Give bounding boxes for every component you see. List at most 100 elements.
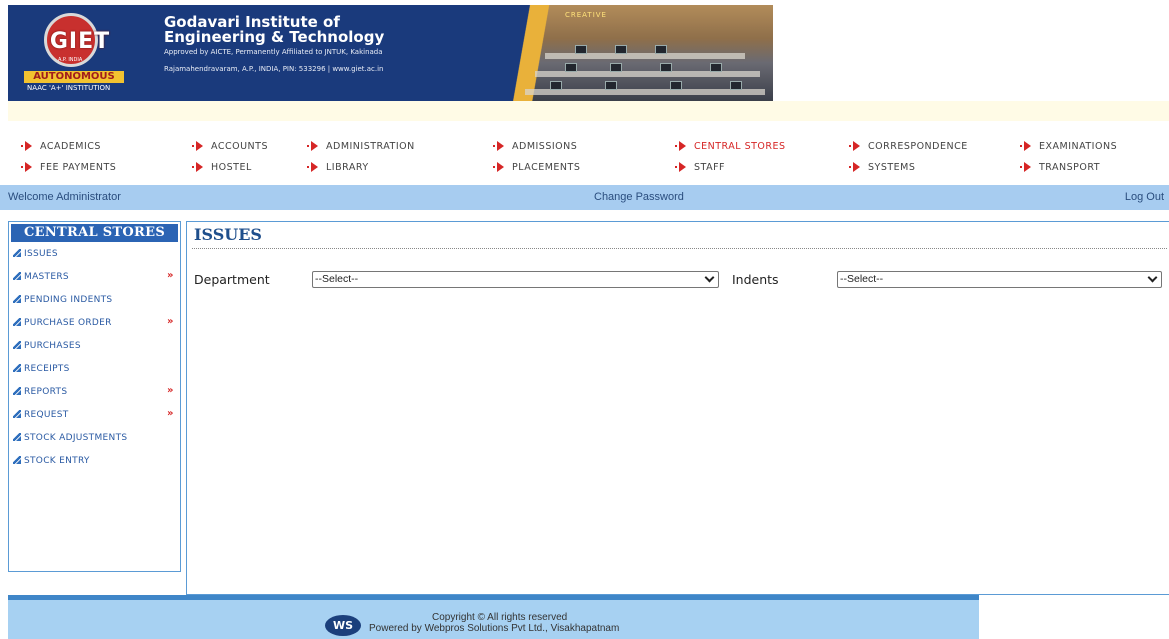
- sidebar-item-pending-indents[interactable]: PENDING INDENTS: [13, 294, 113, 305]
- nav-arrow-icon: [1011, 161, 1033, 173]
- arrow-down-right-icon: [13, 363, 21, 372]
- nav-systems[interactable]: SYSTEMS: [840, 161, 915, 173]
- nav-label: LIBRARY: [326, 162, 369, 173]
- nav-label: FEE PAYMENTS: [40, 162, 117, 173]
- sidebar-item-request[interactable]: REQUEST: [13, 409, 69, 420]
- nav-accounts[interactable]: ACCOUNTS: [183, 140, 268, 152]
- photo-monitor: [615, 45, 627, 54]
- sidebar-item-receipts[interactable]: RECEIPTS: [13, 363, 70, 374]
- institute-approval: Approved by AICTE, Permanently Affiliate…: [164, 48, 383, 56]
- nav-arrow-icon: [666, 161, 688, 173]
- nav-staff[interactable]: STAFF: [666, 161, 725, 173]
- logo-autonomous: AUTONOMOUS: [24, 71, 124, 83]
- nav-arrow-icon: [666, 140, 688, 152]
- title-divider: [192, 248, 1167, 249]
- nav-label: PLACEMENTS: [512, 162, 581, 173]
- nav-hostel[interactable]: HOSTEL: [183, 161, 252, 173]
- nav-label: ADMINISTRATION: [326, 141, 415, 152]
- logout-link[interactable]: Log Out: [1125, 191, 1164, 203]
- nav-library[interactable]: LIBRARY: [298, 161, 369, 173]
- sidebar-item-issues[interactable]: ISSUES: [13, 248, 58, 259]
- nav-label: ACADEMICS: [40, 141, 101, 152]
- sidebar-item-stock-entry[interactable]: STOCK ENTRY: [13, 455, 90, 466]
- indents-select-value: --Select--: [840, 273, 884, 285]
- nav-arrow-icon: [840, 161, 862, 173]
- institute-logo: GIET A.P. INDIA AUTONOMOUS NAAC 'A+' INS…: [18, 13, 146, 95]
- photo-monitor: [655, 45, 667, 54]
- sidebar-item-label: REPORTS: [24, 387, 68, 397]
- chevron-down-icon: [704, 272, 715, 283]
- sidebar-item-reports[interactable]: REPORTS: [13, 386, 68, 397]
- submenu-chevron-icon: »: [167, 270, 174, 281]
- nav-academics[interactable]: ACADEMICS: [12, 140, 101, 152]
- institute-name-line2: Engineering & Technology: [164, 28, 385, 46]
- nav-arrow-icon: [484, 140, 506, 152]
- nav-arrow-icon: [12, 161, 34, 173]
- sidebar-item-label: ISSUES: [24, 249, 58, 259]
- nav-central-stores[interactable]: CENTRAL STORES: [666, 140, 786, 152]
- photo-monitor: [670, 81, 682, 90]
- powered-by-text: Powered by Webpros Solutions Pvt Ltd., V…: [369, 623, 620, 634]
- chevron-down-icon: [1147, 272, 1158, 283]
- nav-arrow-icon: [298, 161, 320, 173]
- sidebar-item-label: STOCK ENTRY: [24, 456, 90, 466]
- nav-admissions[interactable]: ADMISSIONS: [484, 140, 578, 152]
- webpros-logo: WS: [325, 615, 361, 636]
- arrow-down-right-icon: [13, 455, 21, 464]
- arrow-down-right-icon: [13, 248, 21, 257]
- nav-arrow-icon: [298, 140, 320, 152]
- sidebar: CENTRAL STORES ISSUES MASTERS » PENDING …: [8, 221, 181, 572]
- logo-letters: GIET: [49, 29, 111, 54]
- department-select[interactable]: --Select--: [312, 271, 719, 288]
- change-password-link[interactable]: Change Password: [594, 191, 684, 203]
- arrow-down-right-icon: [13, 340, 21, 349]
- nav-administration[interactable]: ADMINISTRATION: [298, 140, 415, 152]
- sidebar-item-purchase-order[interactable]: PURCHASE ORDER: [13, 317, 112, 328]
- indents-select[interactable]: --Select--: [837, 271, 1162, 288]
- nav-correspondence[interactable]: CORRESPONDENCE: [840, 140, 968, 152]
- photo-monitor: [660, 63, 672, 72]
- submenu-chevron-icon: »: [167, 316, 174, 327]
- photo-monitor: [605, 81, 617, 90]
- sidebar-item-label: PENDING INDENTS: [24, 295, 113, 305]
- department-label: Department: [194, 272, 270, 287]
- arrow-down-right-icon: [13, 386, 21, 395]
- photo-monitor: [710, 63, 722, 72]
- photo-monitor: [730, 81, 742, 90]
- photo-monitor: [565, 63, 577, 72]
- photo-monitor: [550, 81, 562, 90]
- sidebar-item-label: MASTERS: [24, 272, 69, 282]
- institute-name: Godavari Institute of Engineering & Tech…: [164, 15, 394, 45]
- nav-arrow-icon: [183, 140, 205, 152]
- sidebar-item-purchases[interactable]: PURCHASES: [13, 340, 81, 351]
- sidebar-item-label: PURCHASES: [24, 341, 81, 351]
- nav-label: ADMISSIONS: [512, 141, 578, 152]
- nav-label: EXAMINATIONS: [1039, 141, 1118, 152]
- photo-monitor: [575, 45, 587, 54]
- footer: WS Copyright © All rights reserved Power…: [8, 595, 979, 639]
- institute-text: Godavari Institute of Engineering & Tech…: [164, 15, 394, 74]
- nav-arrow-icon: [1011, 140, 1033, 152]
- nav-arrow-icon: [484, 161, 506, 173]
- arrow-down-right-icon: [13, 271, 21, 280]
- nav-label: TRANSPORT: [1039, 162, 1101, 173]
- nav-transport[interactable]: TRANSPORT: [1011, 161, 1101, 173]
- arrow-down-right-icon: [13, 432, 21, 441]
- sidebar-title: CENTRAL STORES: [11, 224, 178, 242]
- copyright-text: Copyright © All rights reserved: [432, 612, 568, 623]
- logo-sub: A.P. INDIA: [58, 57, 83, 63]
- nav-arrow-icon: [183, 161, 205, 173]
- nav-examinations[interactable]: EXAMINATIONS: [1011, 140, 1118, 152]
- nav-arrow-icon: [840, 140, 862, 152]
- submenu-chevron-icon: »: [167, 385, 174, 396]
- sidebar-item-masters[interactable]: MASTERS: [13, 271, 69, 282]
- submenu-chevron-icon: »: [167, 408, 174, 419]
- sidebar-item-stock-adjustments[interactable]: STOCK ADJUSTMENTS: [13, 432, 127, 443]
- page-title: ISSUES: [194, 225, 262, 244]
- arrow-down-right-icon: [13, 294, 21, 303]
- nav-fee-payments[interactable]: FEE PAYMENTS: [12, 161, 117, 173]
- nav-arrow-icon: [12, 140, 34, 152]
- welcome-bar: Welcome Administrator Change Password Lo…: [0, 185, 1169, 210]
- nav-placements[interactable]: PLACEMENTS: [484, 161, 581, 173]
- nav-label: CENTRAL STORES: [694, 141, 786, 152]
